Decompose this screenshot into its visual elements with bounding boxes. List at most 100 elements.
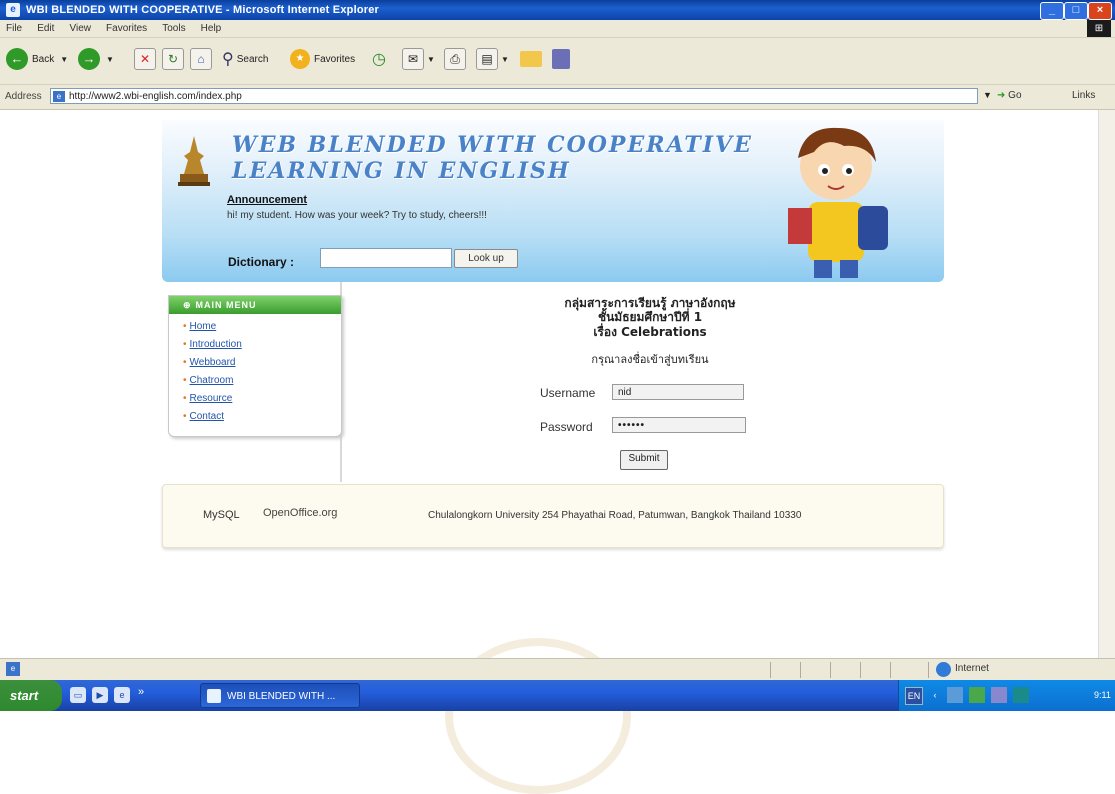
menu-item-contact: • Contact	[183, 408, 341, 426]
page-status-icon: e	[6, 662, 20, 676]
print-button[interactable]: ⎙	[444, 44, 466, 74]
close-button[interactable]: ×	[1088, 2, 1112, 20]
stop-button[interactable]: ✕	[134, 44, 156, 74]
tray-expand-icon[interactable]: ‹	[927, 687, 943, 703]
chevron-down-icon: ▼	[106, 54, 114, 64]
home-button[interactable]: ⌂	[190, 44, 212, 74]
username-input[interactable]: nid	[612, 384, 744, 400]
mail-button[interactable]: ✉ ▼	[402, 44, 435, 74]
quicklaunch-expand-icon[interactable]: »	[138, 686, 144, 698]
bullet-icon: •	[183, 411, 187, 422]
volume-icon[interactable]	[991, 687, 1007, 703]
folder-icon	[520, 51, 542, 67]
address-dropdown-icon[interactable]: ▼	[983, 90, 992, 100]
taskbar-window-button[interactable]: WBI BLENDED WITH ...	[200, 683, 360, 708]
menu-link-introduction[interactable]: Introduction	[190, 339, 242, 350]
language-indicator[interactable]: EN	[905, 687, 923, 705]
menu-tools[interactable]: Tools	[156, 20, 191, 37]
status-bar: e Internet	[0, 658, 1115, 681]
forward-arrow-icon: →	[78, 48, 100, 70]
menu-bar: File Edit View Favorites Tools Help ⊞	[0, 20, 1115, 38]
security-icon[interactable]	[969, 687, 985, 703]
taskbar: start ▭ ▶ e » WBI BLENDED WITH ... EN ‹ …	[0, 680, 1115, 711]
maximize-button[interactable]: □	[1064, 2, 1088, 20]
page-footer: MySQL OpenOffice.org Chulalongkorn Unive…	[162, 484, 944, 548]
back-label: Back	[32, 53, 55, 65]
go-button[interactable]: ➜ Go	[997, 90, 1022, 101]
menu-view[interactable]: View	[63, 20, 97, 37]
chevron-down-icon: ▼	[501, 54, 509, 64]
submit-button[interactable]: Submit	[620, 450, 668, 470]
password-input[interactable]: ••••••	[612, 417, 746, 433]
bullet-icon: •	[183, 339, 187, 350]
windows-logo-icon: ⊞	[1087, 20, 1111, 37]
page-content: WEB BLENDED WITH COOPERATIVE LEARNING IN…	[0, 110, 1098, 794]
search-icon: ⚲	[222, 51, 234, 68]
minimize-button[interactable]: _	[1040, 2, 1064, 20]
menu-file[interactable]: File	[0, 20, 28, 37]
login-prompt: กรุณาลงชื่อเข้าสู่บทเรียน	[591, 353, 709, 366]
network-icon[interactable]	[947, 687, 963, 703]
back-button[interactable]: ← Back ▼	[6, 44, 68, 74]
menu-item-introduction: • Introduction	[183, 336, 341, 354]
main-menu: ⊕ MAIN MENU • Home • Introduction • Webboard…	[168, 295, 342, 437]
announcement-text: hi! my student. How was your week? Try t…	[227, 210, 487, 221]
bullet-icon: •	[183, 393, 187, 404]
menu-link-contact[interactable]: Contact	[190, 411, 224, 422]
address-bar: Address e http://www2.wbi-english.com/in…	[0, 85, 1115, 110]
openoffice-logo: OpenOffice.org	[263, 507, 338, 519]
favorites-label: Favorites	[314, 53, 356, 65]
forward-button[interactable]: → ▼	[78, 44, 114, 74]
update-icon[interactable]	[1013, 687, 1029, 703]
print-icon: ⎙	[444, 48, 466, 70]
chevron-down-icon: ▼	[60, 54, 69, 64]
dictionary-label: Dictionary :	[228, 255, 295, 269]
menu-edit[interactable]: Edit	[31, 20, 60, 37]
chevron-down-icon: ▼	[427, 54, 435, 64]
lesson-heading: เรื่อง Celebrations	[593, 325, 707, 339]
history-button[interactable]: ◷	[372, 44, 386, 74]
links-button[interactable]: Links	[1072, 90, 1095, 101]
edit-button[interactable]: ▤ ▼	[476, 44, 509, 74]
security-zone: Internet	[955, 663, 989, 674]
dictionary-input[interactable]	[320, 248, 452, 268]
student-cartoon-image	[788, 127, 888, 278]
research-button[interactable]	[552, 44, 570, 74]
site-title-line2: LEARNING IN ENGLISH	[232, 158, 571, 184]
menu-link-chatroom[interactable]: Chatroom	[190, 375, 234, 386]
edit-icon: ▤	[476, 48, 498, 70]
stop-icon: ✕	[134, 48, 156, 70]
university-emblem-icon	[178, 136, 210, 186]
show-desktop-icon[interactable]: ▭	[70, 687, 86, 703]
history-icon: ◷	[372, 51, 386, 68]
star-icon: ★	[290, 49, 310, 69]
lookup-button[interactable]: Look up	[454, 249, 518, 268]
footer-address: Chulalongkorn University 254 Phayathai R…	[428, 510, 802, 521]
folder-button[interactable]	[520, 44, 542, 74]
taskbar-window-label: WBI BLENDED WITH ...	[227, 691, 336, 702]
menu-item-home: • Home	[183, 318, 341, 336]
menu-favorites[interactable]: Favorites	[100, 20, 153, 37]
username-label: Username	[540, 386, 596, 400]
vertical-scrollbar[interactable]	[1098, 110, 1115, 658]
site-title-line1: WEB BLENDED WITH COOPERATIVE	[232, 132, 753, 158]
menu-link-home[interactable]: Home	[190, 321, 217, 332]
bullet-icon: •	[183, 321, 187, 332]
menu-help[interactable]: Help	[195, 20, 228, 37]
plus-icon: ⊕	[183, 300, 192, 310]
favorites-button[interactable]: ★ Favorites	[290, 44, 355, 74]
ie-quicklaunch-icon[interactable]: e	[114, 687, 130, 703]
media-player-icon[interactable]: ▶	[92, 687, 108, 703]
status-divider	[928, 662, 929, 678]
menu-link-webboard[interactable]: Webboard	[190, 357, 236, 368]
back-arrow-icon: ←	[6, 48, 28, 70]
research-icon	[552, 49, 570, 69]
address-input[interactable]: e http://www2.wbi-english.com/index.php	[50, 88, 978, 104]
refresh-button[interactable]: ↻	[162, 44, 184, 74]
menu-item-chatroom: • Chatroom	[183, 372, 341, 390]
clock[interactable]: 9:11	[1094, 687, 1111, 703]
menu-link-resource[interactable]: Resource	[190, 393, 233, 404]
search-button[interactable]: ⚲ Search	[222, 44, 268, 74]
refresh-icon: ↻	[162, 48, 184, 70]
start-button[interactable]: start	[0, 680, 62, 711]
